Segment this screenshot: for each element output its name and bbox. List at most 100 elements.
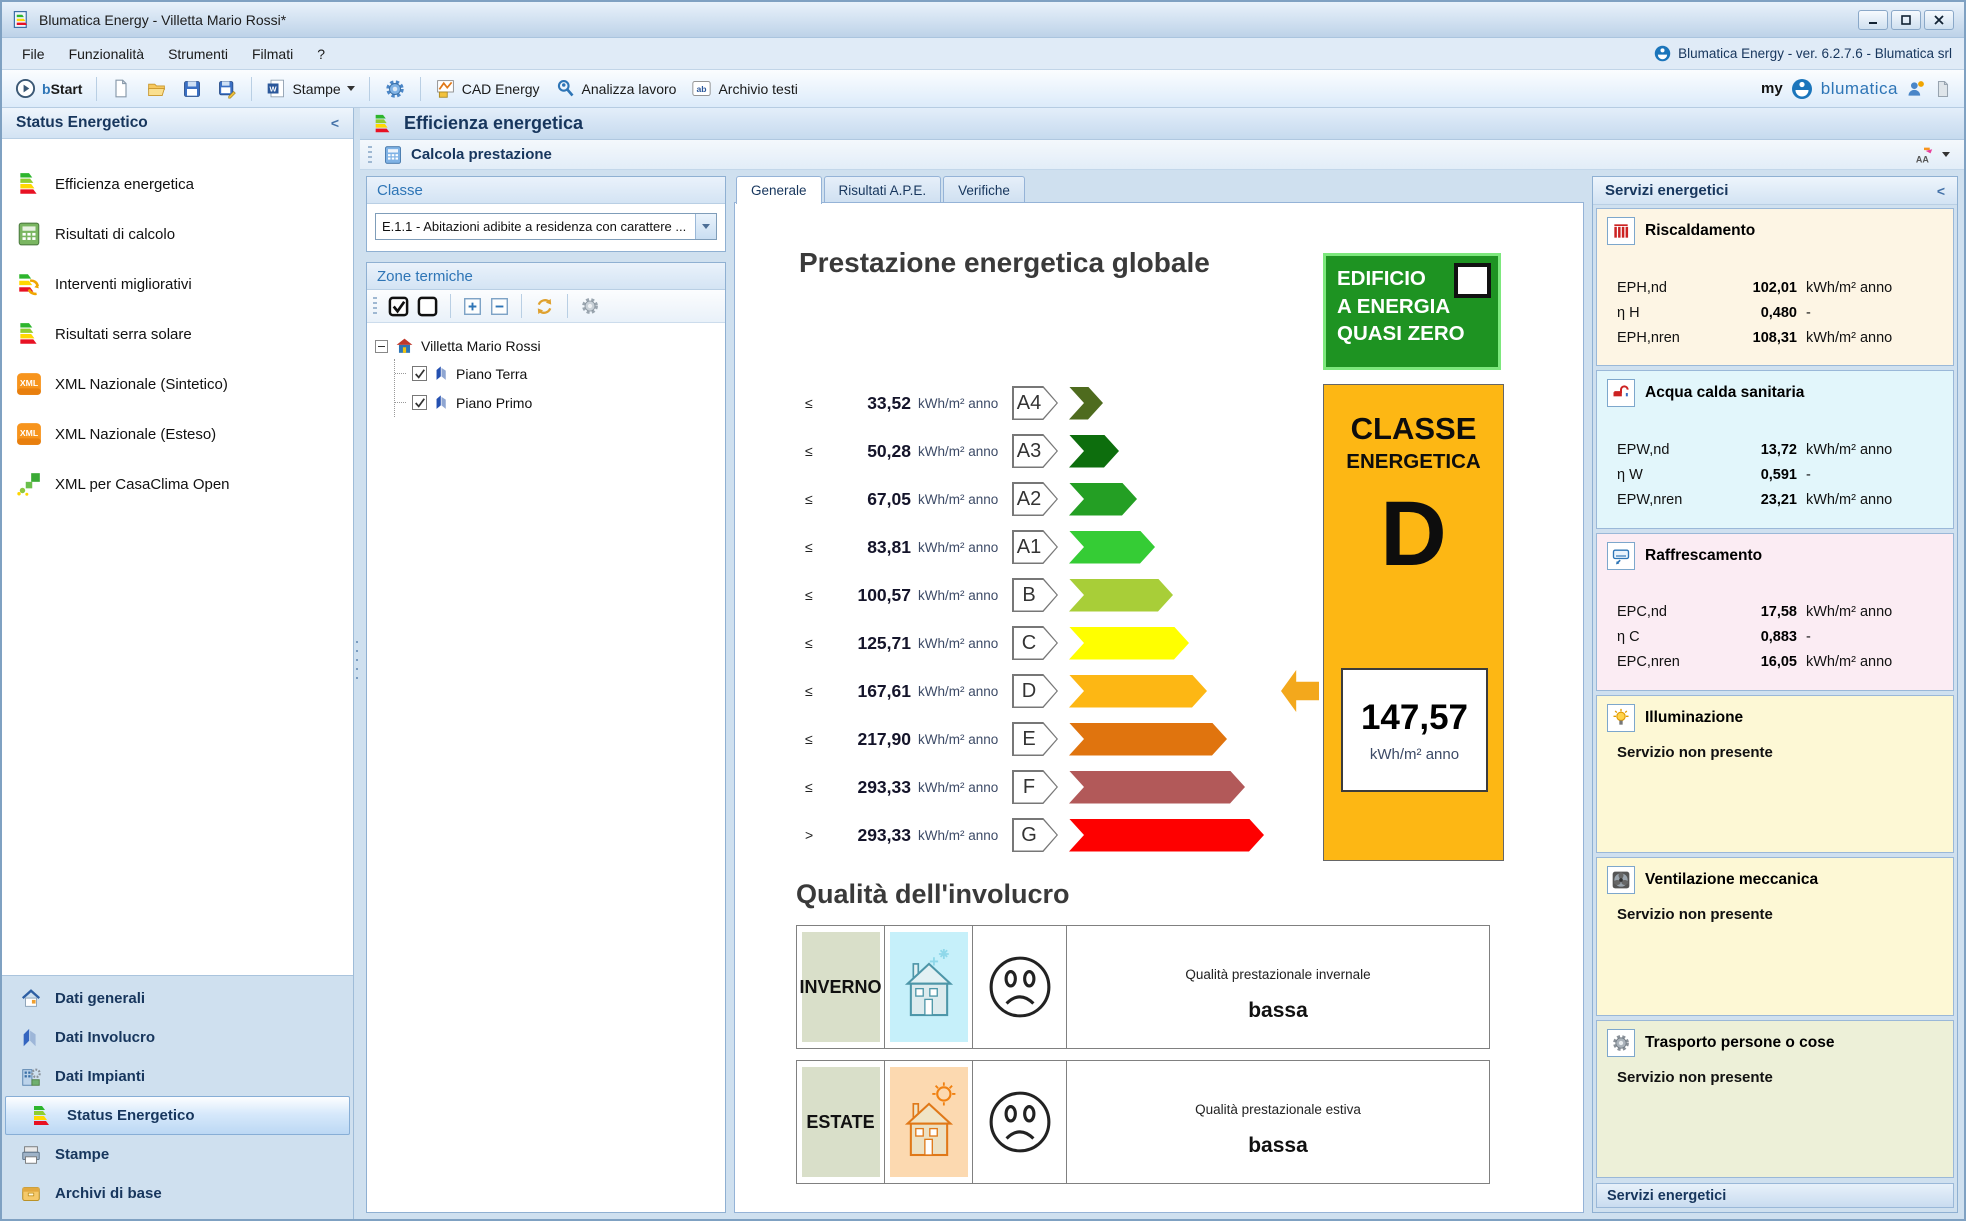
gear-icon <box>1607 1029 1635 1057</box>
menu-file[interactable]: File <box>10 46 57 62</box>
document-gray-icon[interactable] <box>1934 79 1952 99</box>
drag-grip[interactable] <box>368 146 372 164</box>
scale-row-F: ≤293,33kWh/m² annoF <box>805 770 1264 804</box>
expand-all-button[interactable] <box>463 297 482 316</box>
nav-dati-impianti[interactable]: Dati Impianti <box>2 1057 353 1096</box>
class-arrow-B <box>1069 579 1173 612</box>
class-label-A1: A1 <box>1012 530 1058 564</box>
quality-caption: Qualità prestazionale invernale <box>1185 967 1370 982</box>
energy-scale-icon <box>30 1104 54 1128</box>
nav-dati-generali[interactable]: Dati generali <box>2 979 353 1018</box>
nav-status-energetico[interactable]: Status Energetico <box>5 1096 350 1135</box>
tab-generale[interactable]: Generale <box>736 176 822 204</box>
settings-button[interactable] <box>379 75 411 103</box>
servizi-collapse-icon[interactable]: < <box>1937 183 1945 199</box>
piano-primo-checkbox[interactable] <box>412 395 427 410</box>
my-blumatica-label[interactable]: my <box>1761 80 1783 97</box>
servizi-footer-bar[interactable]: Servizi energetici <box>1596 1183 1954 1208</box>
air-conditioner-icon <box>1607 542 1635 570</box>
service-note: Servizio non presente <box>1617 1069 1773 1086</box>
tab-verifiche[interactable]: Verifiche <box>943 176 1025 203</box>
sidebar-header: Status Energetico < <box>2 108 353 139</box>
bstart-button[interactable]: bStart <box>10 75 87 102</box>
summer-house-icon <box>890 1067 968 1177</box>
sidebar-splitter[interactable] <box>354 108 360 1219</box>
save-button[interactable] <box>177 76 207 102</box>
word-doc-icon: W <box>266 78 286 99</box>
nav-dati-involucro[interactable]: Dati Involucro <box>2 1018 353 1057</box>
zone-termiche-header: Zone termiche <box>367 263 725 290</box>
nav-stampe[interactable]: Stampe <box>2 1135 353 1174</box>
sidebar-item-interventi-migliorativi[interactable]: Interventi migliorativi <box>2 259 353 309</box>
class-arrow-F <box>1069 771 1245 804</box>
sidebar-collapse-icon[interactable]: < <box>331 115 339 131</box>
calcola-prestazione-button[interactable]: Calcola prestazione <box>411 146 552 163</box>
zone-settings-button[interactable] <box>580 296 600 316</box>
card-ventilazione-meccanica: Ventilazione meccanica Servizio non pres… <box>1596 857 1954 1015</box>
cad-icon <box>435 78 456 99</box>
sidebar-item-risultati-serra-solare[interactable]: Risultati serra solare <box>2 309 353 359</box>
energy-scale-icon <box>16 171 42 197</box>
minimize-button[interactable] <box>1858 10 1888 30</box>
uncheck-all-button[interactable] <box>417 296 438 317</box>
class-arrow-A1 <box>1069 531 1155 564</box>
maximize-button[interactable] <box>1891 10 1921 30</box>
zone-icon <box>433 394 450 411</box>
app-icon <box>12 10 31 29</box>
classe-header: Classe <box>367 177 725 204</box>
menu-filmati[interactable]: Filmati <box>240 46 305 62</box>
collapse-all-button[interactable] <box>490 297 509 316</box>
tree-node-piano-terra[interactable]: Piano Terra <box>395 359 717 388</box>
quality-value: bassa <box>1248 1134 1308 1158</box>
ep-value-box: 147,57 kWh/m² anno <box>1341 668 1488 792</box>
classe-select[interactable]: E.1.1 - Abitazioni adibite a residenza c… <box>375 213 717 240</box>
menu-strumenti[interactable]: Strumenti <box>156 46 240 62</box>
cad-energy-button[interactable]: CAD Energy <box>430 75 545 102</box>
svg-text:XML: XML <box>20 428 39 438</box>
current-class-arrow-icon <box>1281 670 1319 712</box>
check-all-button[interactable] <box>388 296 409 317</box>
archivio-testi-button[interactable]: ab Archivio testi <box>686 76 802 101</box>
sidebar-item-risultati-di-calcolo[interactable]: Risultati di calcolo <box>2 209 353 259</box>
version-text: Blumatica Energy - ver. 6.2.7.6 - Blumat… <box>1678 46 1952 61</box>
sidebar-item-xml-nazionale-sintetico[interactable]: XML XML Nazionale (Sintetico) <box>2 359 353 409</box>
stampe-button[interactable]: W Stampe <box>261 75 359 102</box>
tree-expander-icon[interactable] <box>375 340 388 353</box>
tab-risultati-ape[interactable]: Risultati A.P.E. <box>824 176 942 203</box>
scale-row-E: ≤217,90kWh/m² annoE <box>805 722 1264 756</box>
sidebar-item-xml-nazionale-esteso[interactable]: XML XML Nazionale (Esteso) <box>2 409 353 459</box>
sort-options-button[interactable]: AA <box>1914 146 1956 164</box>
card-riscaldamento: Riscaldamento EPH,nd102,01kWh/m² anno η … <box>1596 208 1954 366</box>
menu-help[interactable]: ? <box>305 46 337 62</box>
analizza-lavoro-button[interactable]: Analizza lavoro <box>550 75 682 102</box>
open-button[interactable] <box>141 75 172 102</box>
title-bar: Blumatica Energy - Villetta Mario Rossi* <box>2 2 1964 38</box>
save-as-button[interactable] <box>212 76 242 102</box>
tree-node-piano-primo[interactable]: Piano Primo <box>395 388 717 417</box>
scale-row-A2: ≤67,05kWh/m² annoA2 <box>805 482 1264 516</box>
sidebar-item-efficienza-energetica[interactable]: Efficienza energetica <box>2 159 353 209</box>
tree-node-root[interactable]: Villetta Mario Rossi <box>375 333 717 359</box>
menu-funzionalita[interactable]: Funzionalità <box>57 46 157 62</box>
sad-face-icon <box>973 1061 1067 1183</box>
piano-terra-checkbox[interactable] <box>412 366 427 381</box>
user-badge-icon[interactable] <box>1906 79 1926 99</box>
sidebar-item-xml-casaclima-open[interactable]: XML per CasaClima Open <box>2 459 353 509</box>
class-label-B: B <box>1012 578 1058 612</box>
classe-energetica-box: CLASSE ENERGETICA D 147,57 kWh/m² anno <box>1323 384 1504 861</box>
toolbar: bStart W Stampe CAD Energy Analizza lavo… <box>2 70 1964 108</box>
chevron-down-icon <box>702 224 710 229</box>
wall-icon <box>20 1027 42 1049</box>
page-title: Efficienza energetica <box>404 113 583 134</box>
sort-icon: AA <box>1914 146 1934 164</box>
refresh-button[interactable] <box>534 296 555 317</box>
class-arrow-C <box>1069 627 1189 660</box>
class-label-A4: A4 <box>1012 386 1058 420</box>
new-document-button[interactable] <box>106 75 136 102</box>
nav-archivi-di-base[interactable]: Archivi di base <box>2 1174 353 1213</box>
close-button[interactable] <box>1924 10 1954 30</box>
svg-text:XML: XML <box>20 378 39 388</box>
class-arrow-A2 <box>1069 483 1137 516</box>
nzeb-checkbox[interactable] <box>1454 263 1491 298</box>
classe-select-button[interactable] <box>695 214 716 239</box>
